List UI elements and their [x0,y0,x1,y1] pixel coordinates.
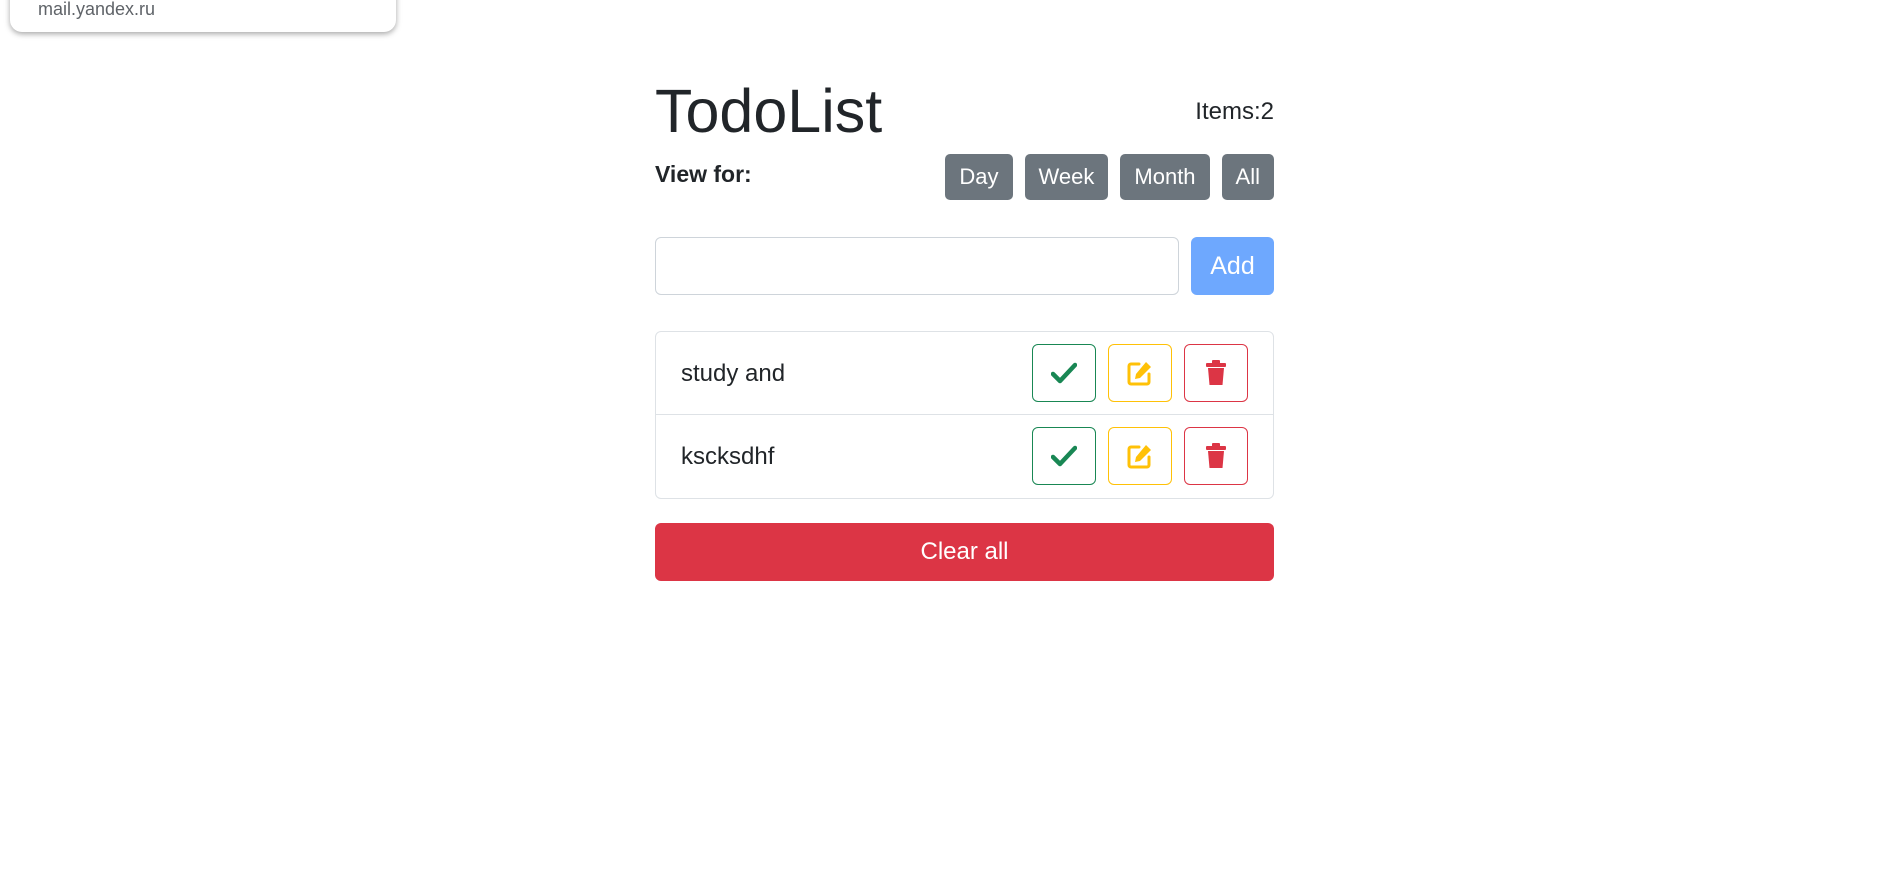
add-button[interactable]: Add [1191,237,1274,295]
filter-week-button[interactable]: Week [1024,154,1109,200]
new-todo-input[interactable] [655,237,1179,295]
todo-app: TodoList Items:2 View for: Day Week Mont… [655,74,1274,581]
clear-all-button[interactable]: Clear all [655,523,1274,581]
todo-item: study and [656,332,1273,415]
header: TodoList Items:2 [655,74,1274,154]
trash-icon [1206,443,1226,468]
url-popup[interactable]: mail.yandex.ru [10,0,396,32]
edit-button[interactable] [1108,427,1172,485]
todo-item-text: kscksdhf [681,443,775,470]
todo-item-text: study and [681,360,786,387]
trash-icon [1206,360,1226,385]
filter-all-button[interactable]: All [1221,154,1274,200]
check-icon [1051,362,1077,384]
todo-item: kscksdhf [656,415,1273,498]
todo-item-actions [1032,344,1248,402]
page-title: TodoList [655,77,883,145]
edit-button[interactable] [1108,344,1172,402]
view-for-label: View for: [655,161,752,187]
pencil-square-icon [1127,445,1151,469]
filter-buttons: Day Week Month All [945,154,1274,200]
items-count: Items:2 [1195,98,1274,125]
add-row: Add [655,237,1274,295]
todo-item-actions [1032,427,1248,485]
check-icon [1051,445,1077,467]
complete-button[interactable] [1032,344,1096,402]
url-popup-text: mail.yandex.ru [38,0,156,19]
complete-button[interactable] [1032,427,1096,485]
pencil-square-icon [1127,362,1151,386]
filter-day-button[interactable]: Day [945,154,1013,200]
delete-button[interactable] [1184,344,1248,402]
delete-button[interactable] [1184,427,1248,485]
filter-month-button[interactable]: Month [1120,154,1210,200]
todo-list: study and kscksdhf [655,331,1274,499]
view-filter-row: View for: Day Week Month All [655,154,1274,202]
